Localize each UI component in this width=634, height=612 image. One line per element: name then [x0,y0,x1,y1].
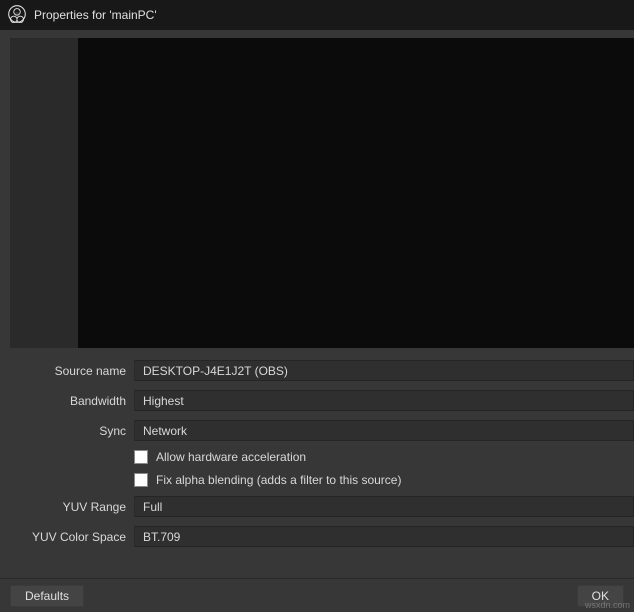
yuv-range-row: YUV Range Full [10,496,634,517]
source-name-row: Source name DESKTOP-J4E1J2T (OBS) [10,360,634,381]
hardware-accel-checkbox[interactable] [134,450,148,464]
source-name-value: DESKTOP-J4E1J2T (OBS) [143,364,288,378]
bandwidth-value: Highest [143,394,184,408]
sync-label: Sync [10,424,126,438]
yuv-range-label: YUV Range [10,500,126,514]
yuv-color-space-select[interactable]: BT.709 [134,526,634,547]
defaults-button[interactable]: Defaults [10,585,84,607]
hardware-accel-row[interactable]: Allow hardware acceleration [134,450,634,464]
yuv-color-space-row: YUV Color Space BT.709 [10,526,634,547]
hardware-accel-label: Allow hardware acceleration [156,450,306,464]
properties-form: Source name DESKTOP-J4E1J2T (OBS) Bandwi… [10,360,634,547]
content-area: Source name DESKTOP-J4E1J2T (OBS) Bandwi… [0,30,634,547]
titlebar: Properties for 'mainPC' [0,0,634,30]
bandwidth-label: Bandwidth [10,394,126,408]
yuv-color-space-label: YUV Color Space [10,530,126,544]
window-title: Properties for 'mainPC' [34,8,157,22]
watermark: wsxdn.com [585,600,630,610]
sync-row: Sync Network [10,420,634,441]
sync-select[interactable]: Network [134,420,634,441]
bandwidth-select[interactable]: Highest [134,390,634,411]
preview-canvas [78,38,634,348]
footer: Defaults OK [0,578,634,612]
sync-value: Network [143,424,187,438]
alpha-blending-label: Fix alpha blending (adds a filter to thi… [156,473,401,487]
yuv-range-select[interactable]: Full [134,496,634,517]
source-name-label: Source name [10,364,126,378]
preview-area [10,38,634,348]
yuv-color-space-value: BT.709 [143,530,180,544]
yuv-range-value: Full [143,500,162,514]
alpha-blending-checkbox[interactable] [134,473,148,487]
preview-sidebar [10,38,78,348]
source-name-select[interactable]: DESKTOP-J4E1J2T (OBS) [134,360,634,381]
alpha-blending-row[interactable]: Fix alpha blending (adds a filter to thi… [134,473,634,487]
obs-icon [8,5,26,26]
bandwidth-row: Bandwidth Highest [10,390,634,411]
